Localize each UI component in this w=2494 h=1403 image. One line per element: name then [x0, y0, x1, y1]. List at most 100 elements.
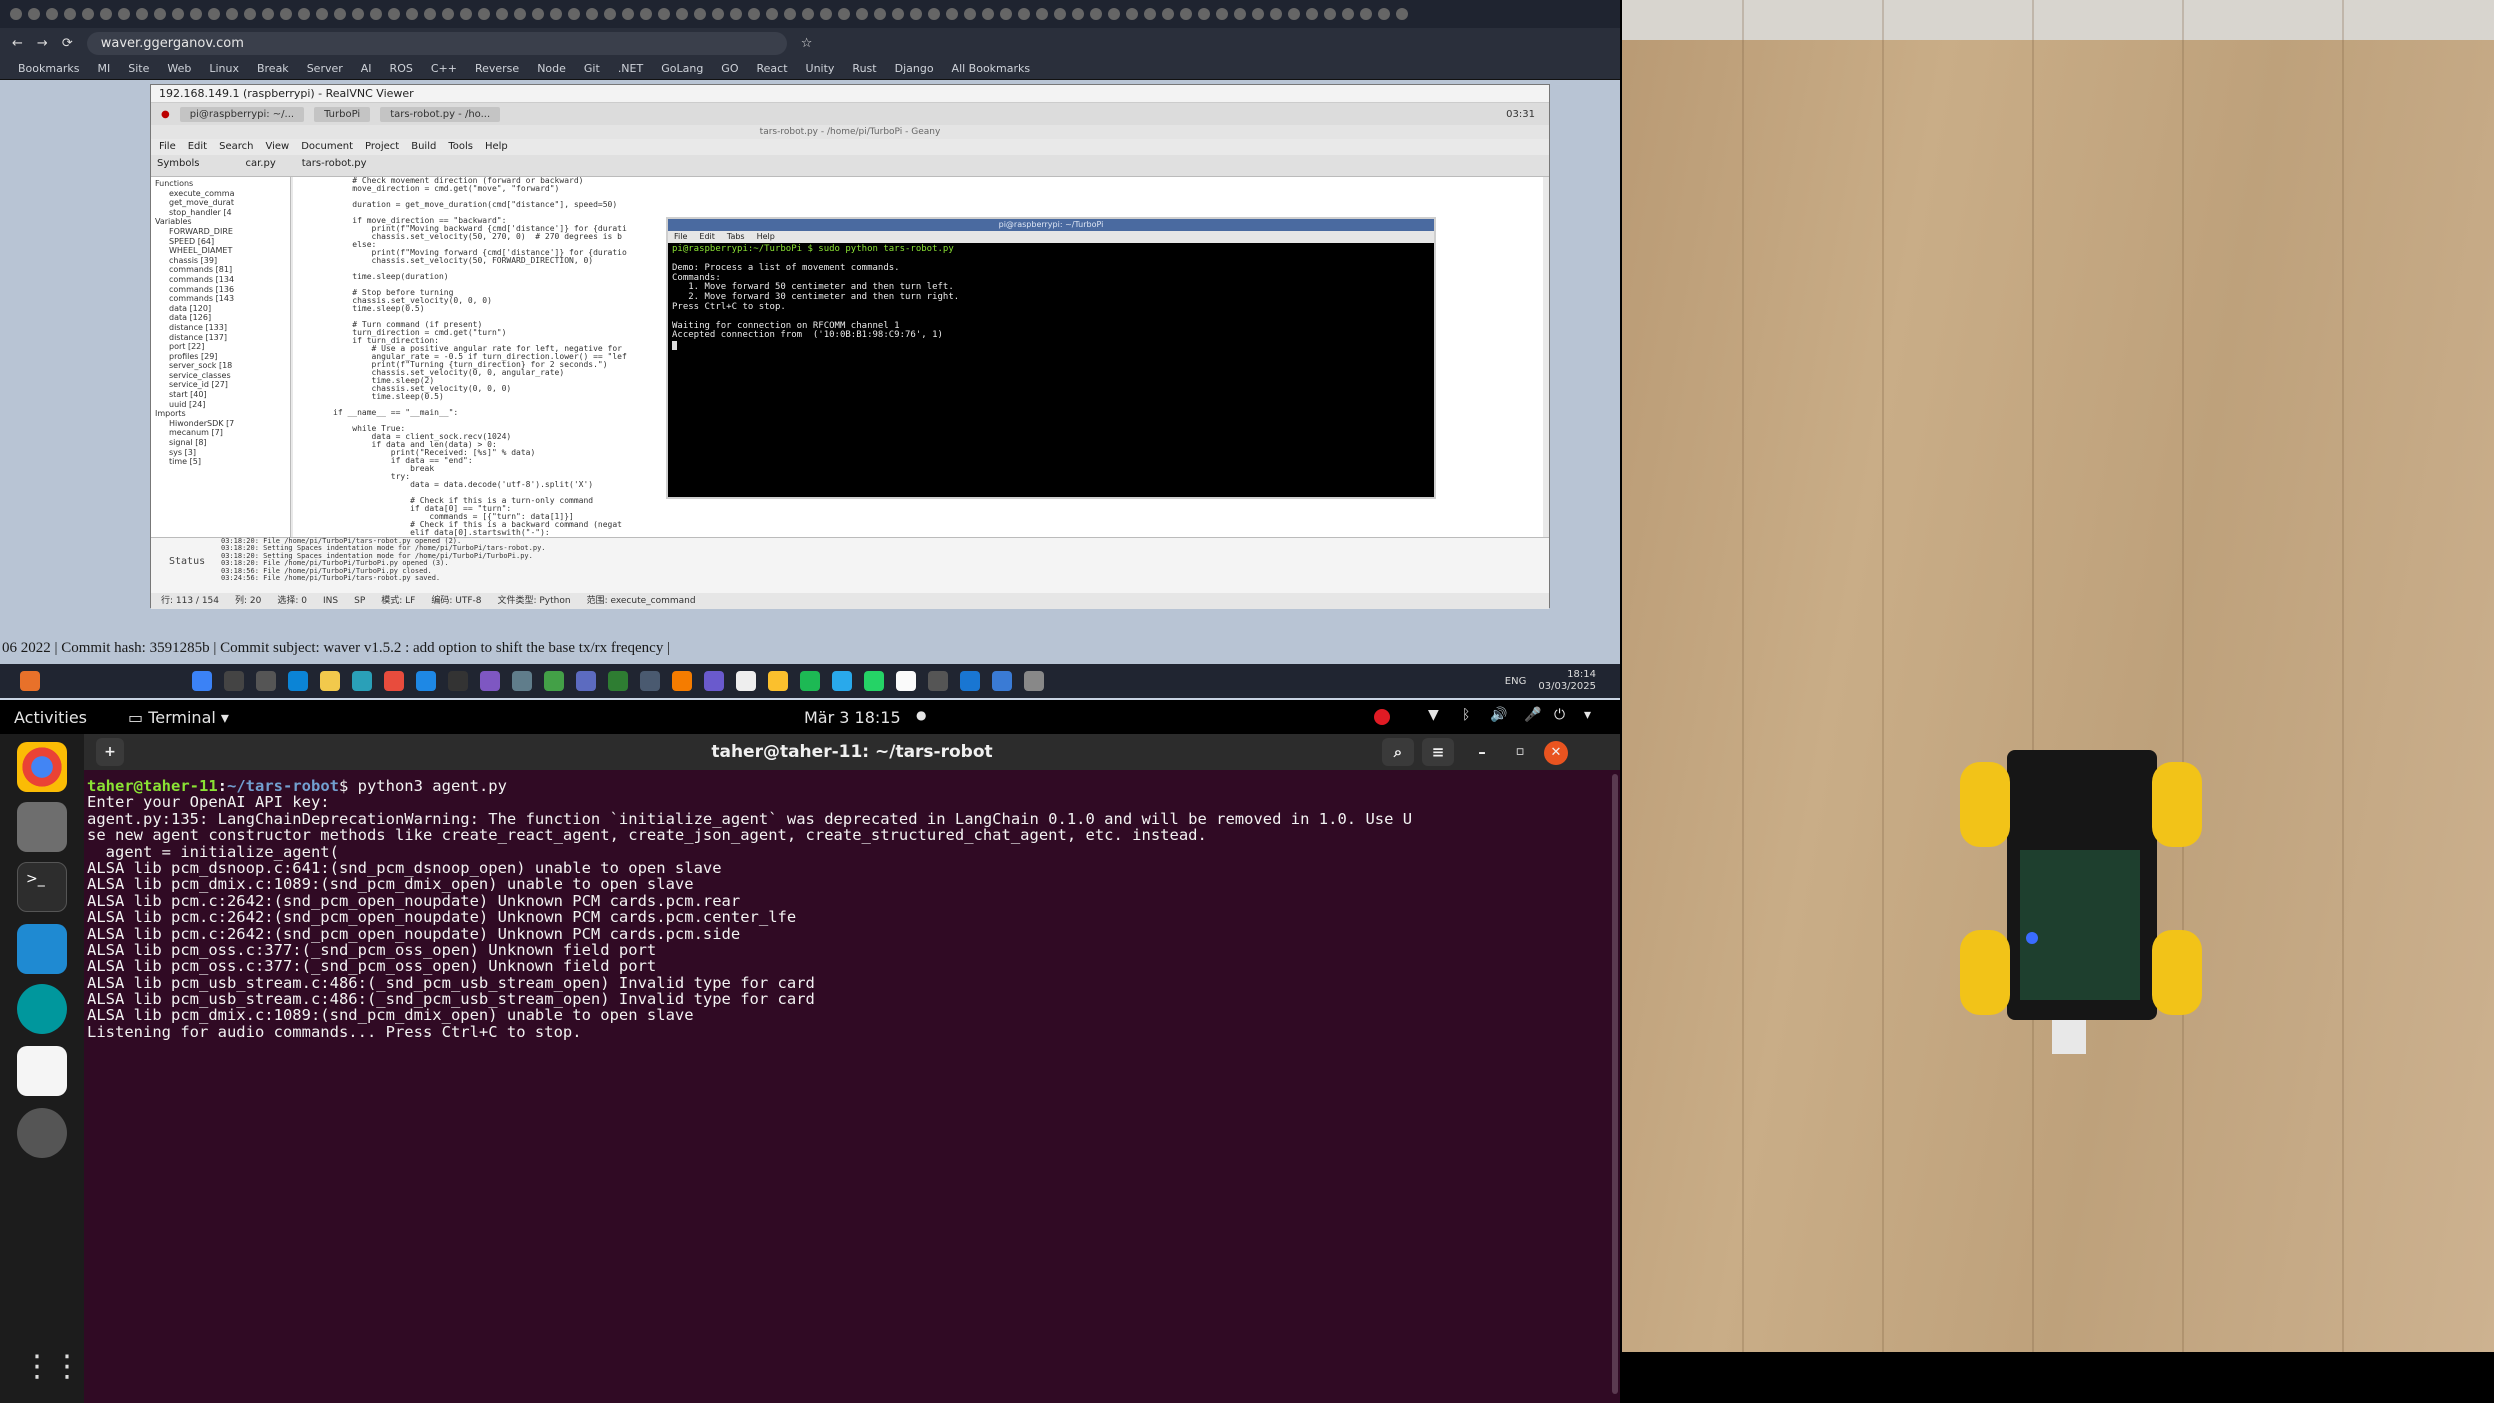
- network-icon[interactable]: ▼: [1428, 707, 1439, 723]
- app-icon[interactable]: [608, 671, 628, 691]
- tab-favicon[interactable]: [532, 8, 544, 20]
- pi-task-geany[interactable]: tars-robot.py - /ho...: [380, 106, 501, 122]
- bookmark-item[interactable]: Rust: [852, 62, 876, 75]
- tab-favicon[interactable]: [262, 8, 274, 20]
- tab-favicon[interactable]: [460, 8, 472, 20]
- text-editor-icon[interactable]: [17, 1046, 67, 1096]
- tab-favicon[interactable]: [1036, 8, 1048, 20]
- terminal-icon[interactable]: [448, 671, 468, 691]
- bookmark-item[interactable]: Git: [584, 62, 600, 75]
- tab-favicon[interactable]: [226, 8, 238, 20]
- tab-favicon[interactable]: [1324, 8, 1336, 20]
- tab-favicon[interactable]: [244, 8, 256, 20]
- bookmark-item[interactable]: Unity: [806, 62, 835, 75]
- tab-favicon[interactable]: [892, 8, 904, 20]
- tab-favicon[interactable]: [442, 8, 454, 20]
- symbol-item[interactable]: stop_handler [4: [155, 208, 286, 218]
- bookmark-item[interactable]: React: [756, 62, 787, 75]
- tab-favicon[interactable]: [352, 8, 364, 20]
- tab-favicon[interactable]: [1000, 8, 1012, 20]
- pi-task-folder[interactable]: TurboPi: [314, 106, 371, 122]
- tab-favicon[interactable]: [514, 8, 526, 20]
- edge-icon[interactable]: [288, 671, 308, 691]
- app-icon[interactable]: [352, 671, 372, 691]
- tab-favicon[interactable]: [982, 8, 994, 20]
- tab-favicon[interactable]: [694, 8, 706, 20]
- tab-favicon[interactable]: [64, 8, 76, 20]
- symbol-item[interactable]: SPEED [64]: [155, 237, 286, 247]
- tab-favicon[interactable]: [28, 8, 40, 20]
- tab-favicon[interactable]: [712, 8, 724, 20]
- tab-favicon[interactable]: [370, 8, 382, 20]
- app-icon[interactable]: [640, 671, 660, 691]
- forward-icon[interactable]: →: [37, 36, 48, 51]
- bookmark-item[interactable]: MI: [97, 62, 110, 75]
- bookmark-item[interactable]: Break: [257, 62, 289, 75]
- menu-file[interactable]: File: [159, 139, 176, 155]
- app-icon[interactable]: [512, 671, 532, 691]
- maximize-icon[interactable]: ▫: [1506, 738, 1534, 766]
- tab-favicon[interactable]: [1378, 8, 1390, 20]
- symbol-item[interactable]: Functions: [155, 179, 286, 189]
- tab-symbols[interactable]: Symbols: [157, 158, 199, 169]
- star-icon[interactable]: ☆: [801, 36, 813, 51]
- tab-favicon[interactable]: [874, 8, 886, 20]
- symbol-item[interactable]: get_move_durat: [155, 198, 286, 208]
- bookmark-item[interactable]: Linux: [209, 62, 239, 75]
- tab-favicon[interactable]: [586, 8, 598, 20]
- tab-favicon[interactable]: [568, 8, 580, 20]
- tab-favicon[interactable]: [1306, 8, 1318, 20]
- pi-term-menu-help[interactable]: Help: [757, 231, 775, 243]
- app-icon[interactable]: [896, 671, 916, 691]
- tab-favicon[interactable]: [1108, 8, 1120, 20]
- tab-favicon[interactable]: [1126, 8, 1138, 20]
- symbol-item[interactable]: execute_comma: [155, 189, 286, 199]
- menu-project[interactable]: Project: [365, 139, 399, 155]
- symbol-item[interactable]: commands [136: [155, 285, 286, 295]
- tab-favicon[interactable]: [208, 8, 220, 20]
- whatsapp-icon[interactable]: [864, 671, 884, 691]
- terminal-icon[interactable]: >_: [17, 862, 67, 912]
- pi-term-menu-file[interactable]: File: [674, 231, 687, 243]
- raspberry-icon[interactable]: ●: [161, 109, 170, 120]
- tab-favicon[interactable]: [118, 8, 130, 20]
- back-icon[interactable]: ←: [12, 36, 23, 51]
- tab-favicon[interactable]: [1072, 8, 1084, 20]
- chrome-icon[interactable]: [17, 742, 67, 792]
- tab-favicon[interactable]: [1288, 8, 1300, 20]
- bookmark-item[interactable]: C++: [431, 62, 457, 75]
- symbol-item[interactable]: start [40]: [155, 390, 286, 400]
- tab-favicon[interactable]: [1054, 8, 1066, 20]
- tab-favicon[interactable]: [1018, 8, 1030, 20]
- bookmark-item[interactable]: Node: [537, 62, 566, 75]
- taskview-icon[interactable]: [256, 671, 276, 691]
- bookmark-item[interactable]: AI: [361, 62, 372, 75]
- menu-tools[interactable]: Tools: [448, 139, 473, 155]
- symbol-item[interactable]: commands [143: [155, 294, 286, 304]
- menu-edit[interactable]: Edit: [188, 139, 207, 155]
- tab-favicon[interactable]: [838, 8, 850, 20]
- bookmark-item[interactable]: .NET: [618, 62, 643, 75]
- terminal-scrollbar[interactable]: [1612, 774, 1618, 1394]
- tab-favicon[interactable]: [550, 8, 562, 20]
- chrome-icon[interactable]: [384, 671, 404, 691]
- symbol-item[interactable]: server_sock [18: [155, 361, 286, 371]
- tab-favicon[interactable]: [1252, 8, 1264, 20]
- tab-favicon[interactable]: [1234, 8, 1246, 20]
- app-icon[interactable]: [928, 671, 948, 691]
- bluetooth-icon[interactable]: ᛒ: [1462, 707, 1470, 723]
- reload-icon[interactable]: ⟳: [62, 36, 73, 51]
- notes-icon[interactable]: [768, 671, 788, 691]
- tab-favicon[interactable]: [856, 8, 868, 20]
- tab-favicon[interactable]: [964, 8, 976, 20]
- bookmark-item[interactable]: ROS: [390, 62, 413, 75]
- tab-favicon[interactable]: [298, 8, 310, 20]
- tab-favicon[interactable]: [316, 8, 328, 20]
- symbol-item[interactable]: Imports: [155, 409, 286, 419]
- volume-icon[interactable]: 🔊: [1490, 707, 1507, 723]
- menu-view[interactable]: View: [265, 139, 289, 155]
- symbol-item[interactable]: uuid [24]: [155, 400, 286, 410]
- close-icon[interactable]: ✕: [1544, 741, 1568, 765]
- files-icon[interactable]: [17, 802, 67, 852]
- pi-terminal-output[interactable]: pi@raspberrypi:~/TurboPi $ sudo python t…: [668, 243, 1434, 497]
